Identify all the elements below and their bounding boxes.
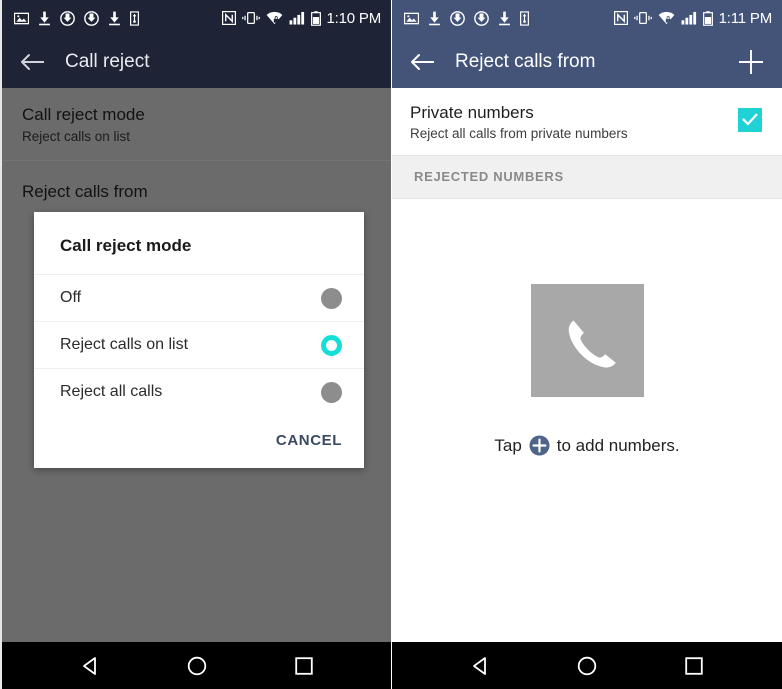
option-label: Reject all calls xyxy=(60,383,163,400)
left-phone-screen: 1:10 PM Call reject Call reject mode Rej… xyxy=(0,0,391,689)
dialog-title: Call reject mode xyxy=(60,236,192,255)
status-right-icons: 1:10 PM xyxy=(221,9,382,27)
wifi-secure-icon xyxy=(266,11,283,25)
nav-back-icon[interactable] xyxy=(73,649,107,683)
section-header-rejected-numbers: REJECTED NUMBERS xyxy=(392,155,782,199)
nav-recents-icon[interactable] xyxy=(287,649,321,683)
vibrate-icon xyxy=(241,11,260,25)
radio-button-selected[interactable] xyxy=(321,334,342,356)
dialog-option-reject-calls-on-list[interactable]: Reject calls on list xyxy=(34,321,364,368)
wifi-secure-icon xyxy=(658,11,675,25)
option-label: Reject calls on list xyxy=(60,336,189,353)
plus-icon[interactable] xyxy=(736,47,766,77)
sync-icon xyxy=(84,10,99,26)
private-numbers-subtitle: Reject all calls from private numbers xyxy=(410,126,628,141)
right-action-bar: Reject calls from xyxy=(392,36,782,88)
private-numbers-checkbox[interactable] xyxy=(738,108,762,132)
circle-plus-icon xyxy=(529,435,550,456)
status-clock: 1:11 PM xyxy=(718,9,773,27)
phone-handset-icon xyxy=(530,284,644,397)
nfc-icon xyxy=(613,11,628,25)
private-numbers-title: Private numbers xyxy=(410,103,534,122)
sync-icon xyxy=(474,10,489,26)
signal-icon xyxy=(681,11,697,25)
page-title: Reject calls from xyxy=(455,51,596,72)
dialog-option-reject-all-calls[interactable]: Reject all calls xyxy=(34,368,364,415)
nav-home-icon[interactable] xyxy=(570,649,604,683)
left-status-bar: 1:10 PM xyxy=(2,0,391,36)
back-arrow-icon[interactable] xyxy=(409,52,435,72)
radio-button-off[interactable] xyxy=(321,381,342,403)
empty-state: Tap to add numbers. xyxy=(392,284,782,456)
private-numbers-row[interactable]: Private numbers Reject all calls from pr… xyxy=(392,88,782,155)
empty-text-before: Tap xyxy=(494,435,522,455)
right-status-bar: 1:11 PM xyxy=(392,0,782,36)
dialog-actions: CANCEL xyxy=(34,415,364,468)
sync-icon xyxy=(450,10,465,26)
nav-recents-icon[interactable] xyxy=(677,649,711,683)
right-content: Private numbers Reject all calls from pr… xyxy=(392,88,782,642)
download-icon xyxy=(38,11,51,26)
sync-icon xyxy=(60,10,75,26)
status-right-icons: 1:11 PM xyxy=(613,9,773,27)
left-action-bar: Call reject xyxy=(2,36,391,88)
back-arrow-icon[interactable] xyxy=(19,52,45,72)
signal-icon xyxy=(289,11,305,25)
status-clock: 1:10 PM xyxy=(326,9,382,27)
battery-icon xyxy=(702,10,713,26)
battery-icon xyxy=(310,10,321,26)
image-icon xyxy=(14,11,29,26)
radio-button-off[interactable] xyxy=(321,287,342,309)
option-label: Off xyxy=(60,289,82,306)
nav-back-icon[interactable] xyxy=(463,649,497,683)
empty-state-text: Tap to add numbers. xyxy=(494,435,680,456)
dual-screenshot: 1:10 PM Call reject Call reject mode Rej… xyxy=(0,0,782,689)
cancel-button[interactable]: CANCEL xyxy=(276,432,342,449)
page-title: Call reject xyxy=(65,51,150,72)
dialog-option-off[interactable]: Off xyxy=(34,274,364,321)
download-icon xyxy=(428,11,441,26)
right-nav-bar xyxy=(392,642,782,689)
image-icon xyxy=(404,11,419,26)
left-settings-list: Call reject mode Reject calls on list Re… xyxy=(2,88,391,642)
right-phone-screen: 1:11 PM Reject calls from Private number… xyxy=(391,0,782,689)
nav-home-icon[interactable] xyxy=(180,649,214,683)
empty-text-after: to add numbers. xyxy=(556,435,680,455)
usb-icon xyxy=(130,10,139,26)
status-left-icons xyxy=(14,10,139,26)
download-icon xyxy=(498,11,511,26)
action-bar-right xyxy=(736,47,766,77)
call-reject-mode-dialog: Call reject mode Off Reject calls on lis… xyxy=(34,212,364,468)
usb-icon xyxy=(520,10,529,26)
status-left-icons xyxy=(404,10,529,26)
private-numbers-text: Private numbers Reject all calls from pr… xyxy=(410,102,628,143)
nfc-icon xyxy=(221,11,236,25)
section-header-label: REJECTED NUMBERS xyxy=(414,169,564,184)
vibrate-icon xyxy=(633,11,652,25)
download-icon xyxy=(108,11,121,26)
left-nav-bar xyxy=(2,642,391,689)
